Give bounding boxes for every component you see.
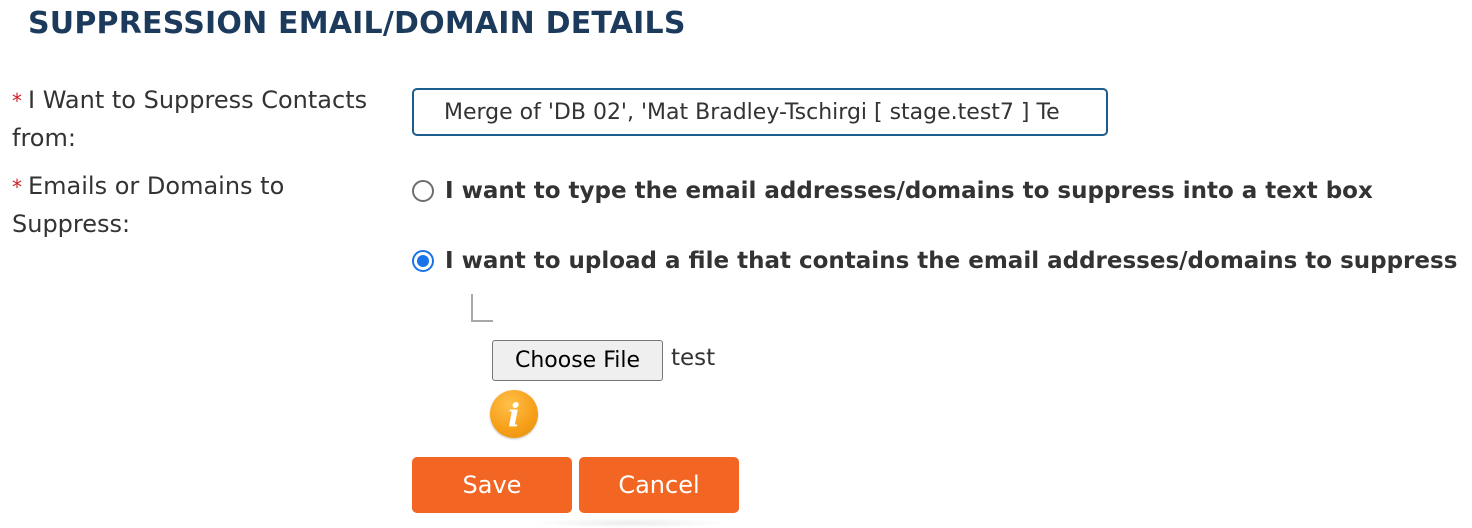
required-marker: * [12, 175, 22, 199]
decorative-shadow [530, 518, 730, 528]
radio-option-upload-file[interactable]: I want to upload a file that contains th… [412, 248, 1457, 274]
radio-button-type-text[interactable] [412, 180, 434, 202]
tree-connector-icon [471, 294, 493, 322]
suppress-from-label-text: I Want to Suppress Contacts from: [12, 86, 368, 152]
save-button[interactable]: Save [412, 457, 572, 513]
suppress-from-label: * I Want to Suppress Contacts from: [12, 82, 392, 157]
cancel-button[interactable]: Cancel [579, 457, 739, 513]
radio-option-upload-file-label[interactable]: I want to upload a file that contains th… [445, 248, 1457, 274]
radio-option-type-text-label[interactable]: I want to type the email addresses/domai… [445, 178, 1373, 204]
emails-domains-label: * Emails or Domains to Suppress: [12, 168, 392, 243]
info-icon[interactable]: i [490, 390, 538, 438]
emails-domains-label-text: Emails or Domains to Suppress: [12, 172, 285, 238]
choose-file-button[interactable]: Choose File [492, 340, 663, 381]
required-marker: * [12, 89, 22, 113]
radio-option-type-text[interactable]: I want to type the email addresses/domai… [412, 178, 1373, 204]
selected-file-name: test [671, 345, 716, 371]
radio-button-upload-file[interactable] [412, 250, 434, 272]
suppress-from-input[interactable] [412, 88, 1108, 136]
page-title: SUPPRESSION EMAIL/DOMAIN DETAILS [28, 6, 686, 41]
